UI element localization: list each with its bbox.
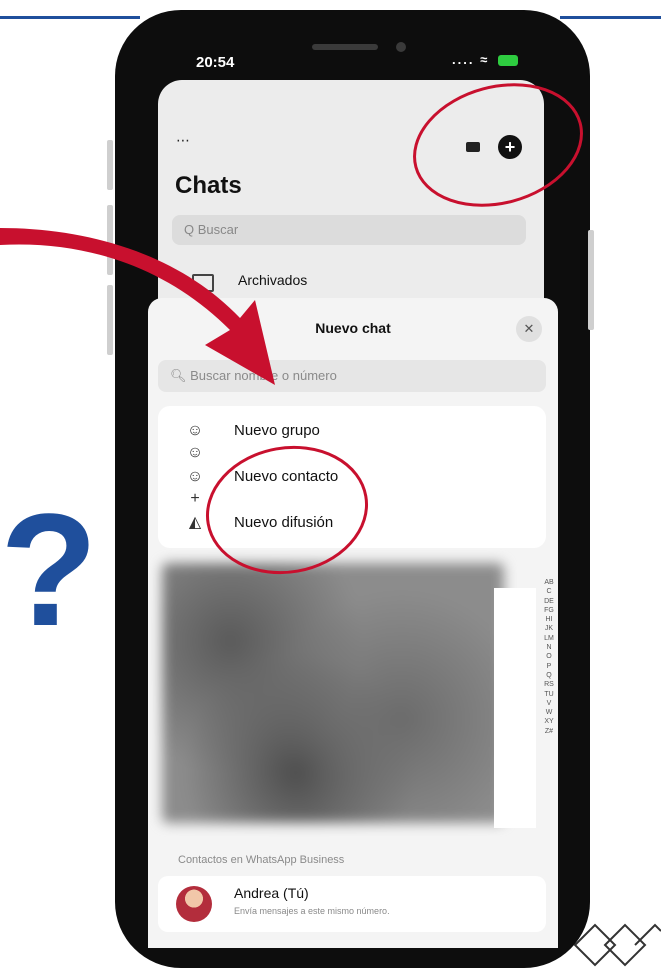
broadcast-icon: ◭	[188, 514, 202, 531]
option-label: Nuevo contacto	[234, 468, 339, 485]
speaker-grille	[312, 44, 378, 50]
phone-volume-up	[107, 205, 113, 275]
sheet-title: Nuevo chat	[315, 320, 391, 336]
contact-search-input[interactable]: 🔍︎ Buscar nombre o número	[158, 360, 546, 392]
search-placeholder: Buscar nombre o número	[190, 368, 337, 383]
camera-icon[interactable]	[466, 142, 480, 152]
wifi-icon: ≈	[480, 52, 490, 67]
new-chat-sheet: Nuevo chat ✕ 🔍︎ Buscar nombre o número ☺…	[148, 298, 558, 948]
status-icons: .... ≈	[452, 52, 518, 67]
contact-subtitle: Envía mensajes a este mismo número.	[234, 906, 390, 916]
search-icon: 🔍︎	[170, 368, 191, 383]
add-contact-icon: ☺+	[186, 468, 204, 507]
new-contact-option[interactable]: ☺+ Nuevo contacto	[158, 454, 546, 507]
top-divider-right	[560, 16, 661, 19]
blurred-contacts	[162, 563, 504, 823]
section-label: Contactos en WhatsApp Business	[178, 854, 345, 866]
phone-volume-down	[107, 285, 113, 355]
search-input[interactable]: Q Buscar	[172, 215, 526, 245]
more-options-icon[interactable]: ⋯	[176, 132, 190, 149]
phone-power-button	[588, 230, 594, 330]
contact-name: Andrea (Tú)	[234, 885, 309, 901]
new-broadcast-option[interactable]: ◭ Nuevo difusión	[158, 500, 546, 546]
status-time: 20:54	[196, 54, 235, 71]
phone-side-button	[107, 140, 113, 190]
question-mark-graphic: ?	[0, 480, 98, 659]
archive-icon	[192, 274, 214, 292]
avatar	[176, 886, 212, 922]
decor-diamonds	[573, 923, 661, 967]
alphabet-index[interactable]: ABCDEFGHIJKLMNOPQRSTUVWXYZ#	[544, 578, 554, 736]
options-card: ☺☺ Nuevo grupo ☺+ Nuevo contacto ◭ Nuevo…	[158, 406, 546, 548]
option-label: Nuevo grupo	[234, 422, 320, 439]
chats-header: ⋯ + Chats Q Buscar Archivados	[158, 80, 544, 300]
group-icon: ☺☺	[186, 422, 204, 461]
signal-icon: ....	[452, 52, 475, 67]
new-group-option[interactable]: ☺☺ Nuevo grupo	[158, 408, 546, 461]
new-chat-icon[interactable]: +	[498, 135, 522, 159]
battery-icon	[497, 55, 518, 67]
contact-row[interactable]: Andrea (Tú) Envía mensajes a este mismo …	[158, 876, 546, 932]
option-label: Nuevo difusión	[234, 514, 334, 531]
front-camera	[396, 42, 406, 52]
blurred-contact-strip	[494, 588, 536, 828]
page-title: Chats	[175, 172, 242, 199]
archived-label[interactable]: Archivados	[238, 272, 307, 288]
close-button[interactable]: ✕	[516, 316, 542, 342]
top-divider-left	[0, 16, 140, 19]
